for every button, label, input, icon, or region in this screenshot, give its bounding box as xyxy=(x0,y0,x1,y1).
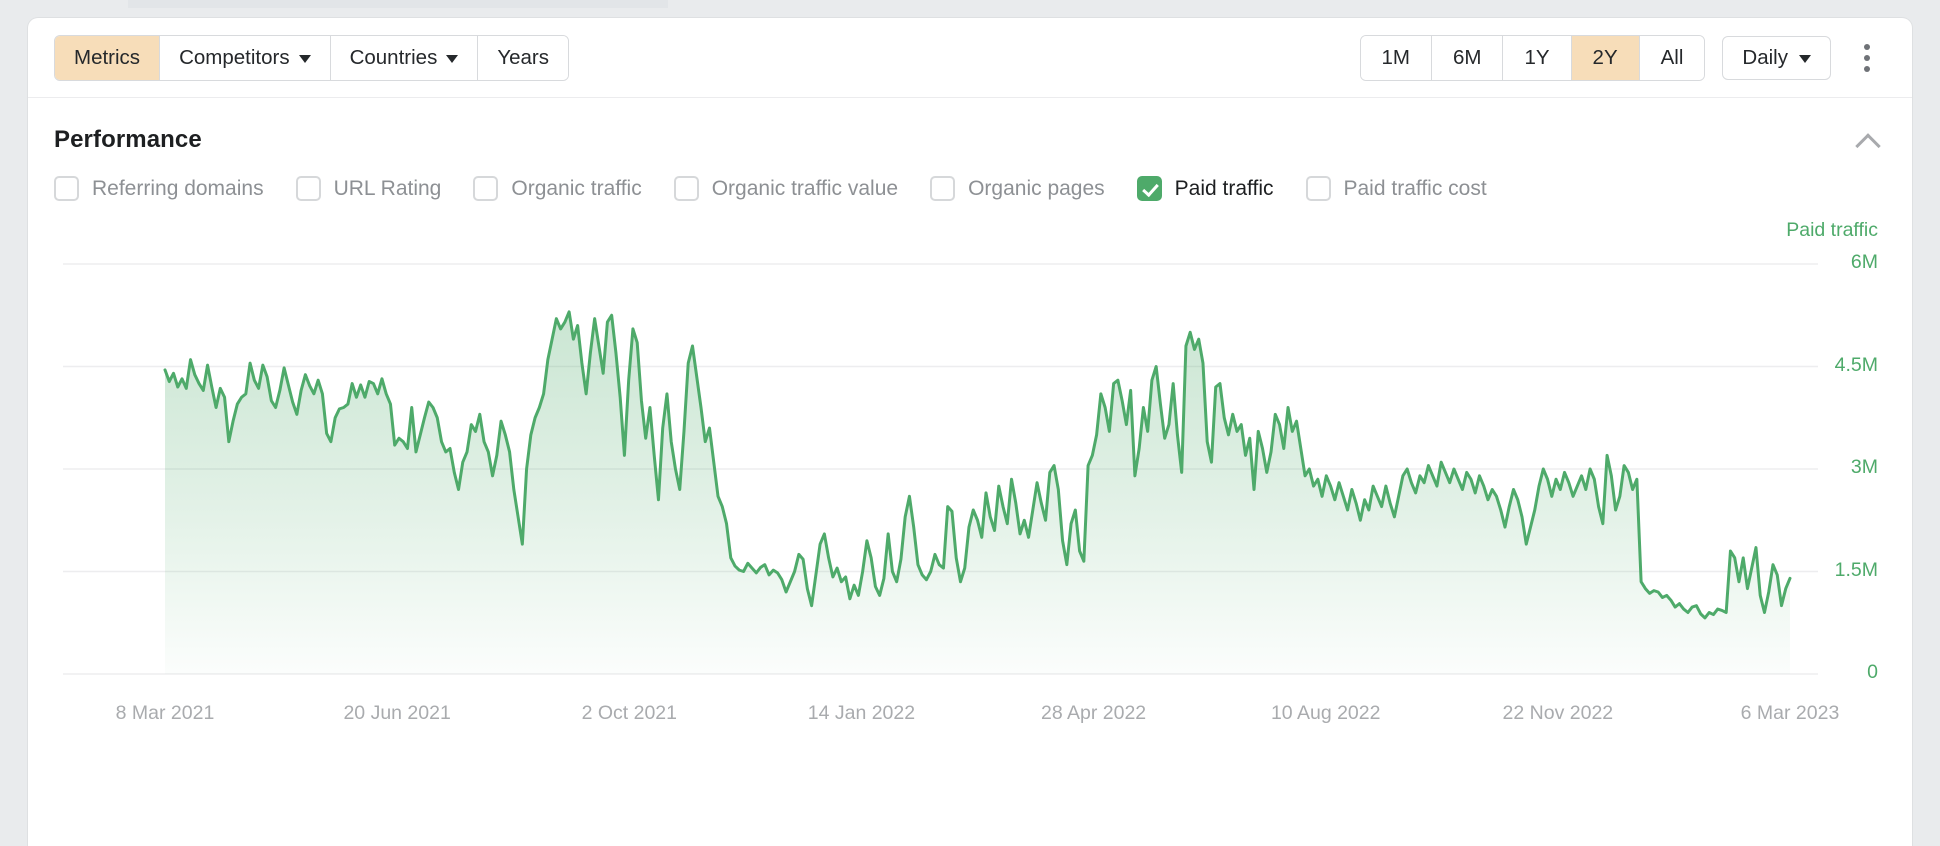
x-axis-tick: 8 Mar 2021 xyxy=(116,702,215,725)
checkbox-icon[interactable] xyxy=(674,176,699,201)
checkbox-icon[interactable] xyxy=(930,176,955,201)
tab-countries-label: Countries xyxy=(350,46,438,70)
performance-header: Performance xyxy=(28,98,1912,154)
range-2y-label: 2Y xyxy=(1593,46,1618,70)
x-axis-tick: 2 Oct 2021 xyxy=(582,702,677,725)
x-axis-tick: 20 Jun 2021 xyxy=(343,702,450,725)
checkbox-icon[interactable] xyxy=(54,176,79,201)
metric-label: Paid traffic cost xyxy=(1344,177,1487,201)
x-axis-tick: 28 Apr 2022 xyxy=(1041,702,1146,725)
metric-url-rating[interactable]: URL Rating xyxy=(296,176,442,201)
checkbox-icon[interactable] xyxy=(296,176,321,201)
chevron-up-icon[interactable] xyxy=(1856,132,1882,148)
series-legend-label: Paid traffic xyxy=(1786,219,1878,242)
granularity-value: Daily xyxy=(1742,46,1788,70)
range-2y[interactable]: 2Y xyxy=(1572,36,1640,80)
page-title: Performance xyxy=(54,126,202,154)
range-1m[interactable]: 1M xyxy=(1361,36,1432,80)
chevron-down-icon xyxy=(1799,55,1811,63)
metric-label: Organic traffic xyxy=(511,177,641,201)
date-range-group: 1M 6M 1Y 2Y All xyxy=(1360,35,1706,81)
tab-competitors[interactable]: Competitors xyxy=(160,36,331,80)
view-tabs: Metrics Competitors Countries Years xyxy=(54,35,569,81)
toolbar-right-controls: 1M 6M 1Y 2Y All Daily xyxy=(1360,35,1885,81)
metric-referring-domains[interactable]: Referring domains xyxy=(54,176,264,201)
range-1y-label: 1Y xyxy=(1524,46,1549,70)
range-6m-label: 6M xyxy=(1453,46,1481,70)
tab-years[interactable]: Years xyxy=(478,36,568,80)
page-root: Metrics Competitors Countries Years 1 xyxy=(0,0,1940,846)
chart-canvas[interactable] xyxy=(28,219,1912,689)
range-1y[interactable]: 1Y xyxy=(1503,36,1571,80)
metric-organic-traffic[interactable]: Organic traffic xyxy=(473,176,641,201)
x-axis-tick: 6 Mar 2023 xyxy=(1741,702,1840,725)
x-axis-tick: 22 Nov 2022 xyxy=(1503,702,1614,725)
background-tab-stub xyxy=(128,0,668,8)
x-axis-tick: 10 Aug 2022 xyxy=(1271,702,1381,725)
range-6m[interactable]: 6M xyxy=(1432,36,1503,80)
metric-paid-traffic[interactable]: Paid traffic xyxy=(1137,176,1274,201)
range-all-label: All xyxy=(1661,46,1684,70)
tab-metrics[interactable]: Metrics xyxy=(55,36,160,80)
chart-toolbar: Metrics Competitors Countries Years 1 xyxy=(28,18,1912,98)
y-axis-tick: 6M xyxy=(1851,251,1878,274)
metric-label: Organic pages xyxy=(968,177,1105,201)
checkbox-checked-icon[interactable] xyxy=(1137,176,1162,201)
tab-metrics-label: Metrics xyxy=(74,46,140,70)
tab-countries[interactable]: Countries xyxy=(331,36,479,80)
performance-chart[interactable]: Paid traffic 6M4.5M3M1.5M0 8 Mar 202120 … xyxy=(28,219,1912,719)
tab-competitors-label: Competitors xyxy=(179,46,290,70)
metric-toggle-list: Referring domains URL Rating Organic tra… xyxy=(28,154,1912,201)
range-all[interactable]: All xyxy=(1640,36,1705,80)
metric-paid-traffic-cost[interactable]: Paid traffic cost xyxy=(1306,176,1487,201)
granularity-select[interactable]: Daily xyxy=(1722,36,1831,80)
metric-label: Referring domains xyxy=(92,177,264,201)
metric-label: URL Rating xyxy=(334,177,442,201)
checkbox-icon[interactable] xyxy=(1306,176,1331,201)
chevron-down-icon xyxy=(299,55,311,63)
y-axis-tick: 4.5M xyxy=(1835,354,1878,377)
x-axis-tick: 14 Jan 2022 xyxy=(808,702,915,725)
kebab-menu-icon[interactable] xyxy=(1850,36,1884,80)
checkbox-icon[interactable] xyxy=(473,176,498,201)
chevron-down-icon xyxy=(446,55,458,63)
performance-card: Metrics Competitors Countries Years 1 xyxy=(28,18,1912,846)
tab-years-label: Years xyxy=(497,46,549,70)
metric-label: Organic traffic value xyxy=(712,177,898,201)
y-axis-tick: 3M xyxy=(1851,456,1878,479)
metric-organic-pages[interactable]: Organic pages xyxy=(930,176,1105,201)
range-1m-label: 1M xyxy=(1382,46,1410,70)
y-axis-tick: 0 xyxy=(1867,661,1878,684)
y-axis-tick: 1.5M xyxy=(1835,559,1878,582)
metric-label: Paid traffic xyxy=(1175,177,1274,201)
metric-organic-traffic-value[interactable]: Organic traffic value xyxy=(674,176,898,201)
